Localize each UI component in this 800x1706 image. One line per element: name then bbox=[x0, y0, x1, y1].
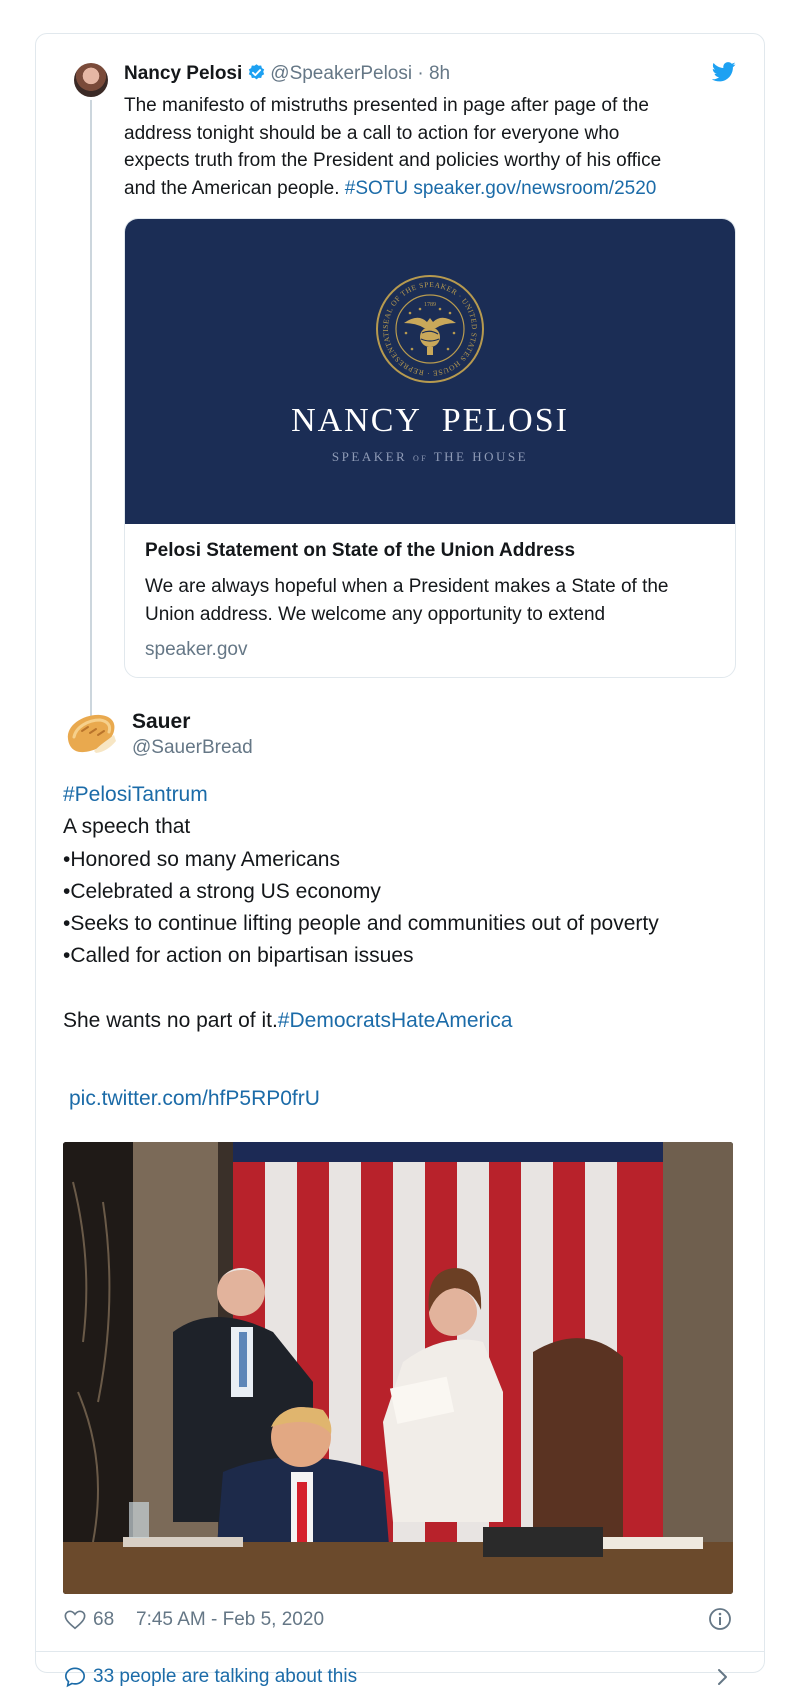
tweet-closing-line: She wants no part of it.#DemocratsHateAm… bbox=[63, 1005, 753, 1037]
main-author-handle[interactable]: @SauerBread bbox=[132, 737, 253, 759]
quoted-text-line: address tonight should be a call to acti… bbox=[124, 122, 620, 144]
quoted-text-line: The manifesto of mistruths presented in … bbox=[124, 95, 649, 116]
conversation-link[interactable]: 33 people are talking about this bbox=[64, 1664, 732, 1694]
link-card-title: Pelosi Statement on State of the Union A… bbox=[145, 540, 576, 561]
link-card-image: SEAL OF THE SPEAKER · UNITED STATES HOUS… bbox=[125, 219, 735, 524]
info-icon[interactable] bbox=[708, 1607, 732, 1631]
quoted-text-line: expects truth from the President and pol… bbox=[124, 150, 662, 171]
main-author-name[interactable]: Sauer bbox=[132, 710, 190, 734]
speaker-seal-icon: SEAL OF THE SPEAKER · UNITED STATES HOUS… bbox=[374, 273, 484, 383]
tweet-line: •Celebrated a strong US economy bbox=[63, 879, 381, 903]
seal-year: 1789 bbox=[424, 302, 436, 308]
tweet-line: •Seeks to continue lifting people and co… bbox=[63, 912, 659, 936]
quoted-time-ago[interactable]: 8h bbox=[429, 63, 450, 84]
quoted-tweet-header: Nancy Pelosi @SpeakerPelosi · 8h bbox=[124, 63, 450, 85]
quoted-author-name[interactable]: Nancy Pelosi bbox=[124, 63, 242, 84]
verified-badge-icon bbox=[249, 64, 265, 80]
like-count[interactable]: 68 bbox=[93, 1609, 114, 1631]
subtitle-of: OF bbox=[412, 454, 429, 463]
subtitle-house: THE HOUSE bbox=[433, 449, 529, 464]
pelosi-avatar[interactable] bbox=[74, 63, 108, 97]
thread-line bbox=[90, 100, 92, 736]
twitter-bird-icon[interactable] bbox=[712, 62, 736, 82]
tweet-line: •Honored so many Americans bbox=[63, 847, 340, 871]
main-tweet-text: #PelosiTantrum A speech that •Honored so… bbox=[63, 779, 753, 1037]
heart-icon[interactable] bbox=[64, 1609, 86, 1631]
hashtag-democratshateamerica[interactable]: #DemocratsHateAmerica bbox=[278, 1009, 513, 1032]
talking-count-text[interactable]: 33 people are talking about this bbox=[93, 1666, 357, 1688]
link-preview-card[interactable]: SEAL OF THE SPEAKER · UNITED STATES HOUS… bbox=[124, 218, 736, 678]
tweet-photo[interactable] bbox=[63, 1142, 733, 1594]
chevron-right-icon[interactable] bbox=[716, 1666, 730, 1688]
card-image-subtitle: SPEAKER OF THE HOUSE bbox=[125, 449, 735, 465]
hashtag-pelositantrum[interactable]: #PelosiTantrum bbox=[63, 779, 753, 811]
card-image-name: NANCY PELOSI bbox=[291, 402, 569, 439]
speech-bubble-icon bbox=[65, 1667, 85, 1688]
header-separator: · bbox=[417, 63, 424, 84]
quoted-tweet-text: The manifesto of mistruths presented in … bbox=[124, 92, 736, 202]
quoted-text-line: and the American people. bbox=[124, 177, 340, 199]
link-card-domain: speaker.gov bbox=[145, 639, 248, 660]
tweet-line: A speech that bbox=[63, 815, 191, 839]
newsroom-link[interactable]: speaker.gov/newsroom/2520 bbox=[413, 178, 656, 199]
embedded-tweet-card: Nancy Pelosi @SpeakerPelosi · 8h The mani… bbox=[35, 33, 765, 1688]
hashtag-sotu[interactable]: #SOTU bbox=[345, 178, 408, 199]
tweet-timestamp[interactable]: 7:45 AM - Feb 5, 2020 bbox=[136, 1609, 324, 1631]
sauer-bread-avatar[interactable] bbox=[64, 711, 118, 755]
closing-text: She wants no part of it. bbox=[63, 1009, 278, 1033]
tweet-line: •Called for action on bipartisan issues bbox=[63, 944, 414, 968]
quoted-author-handle[interactable]: @SpeakerPelosi bbox=[270, 63, 412, 84]
tweet-footer: 68 7:45 AM - Feb 5, 2020 bbox=[64, 1607, 732, 1637]
subtitle-speaker: SPEAKER bbox=[331, 449, 408, 464]
pic-twitter-link[interactable]: pic.twitter.com/hfP5RP0frU bbox=[69, 1087, 320, 1111]
link-card-description: We are always hopeful when a President m… bbox=[145, 576, 669, 625]
footer-divider bbox=[36, 1651, 764, 1652]
